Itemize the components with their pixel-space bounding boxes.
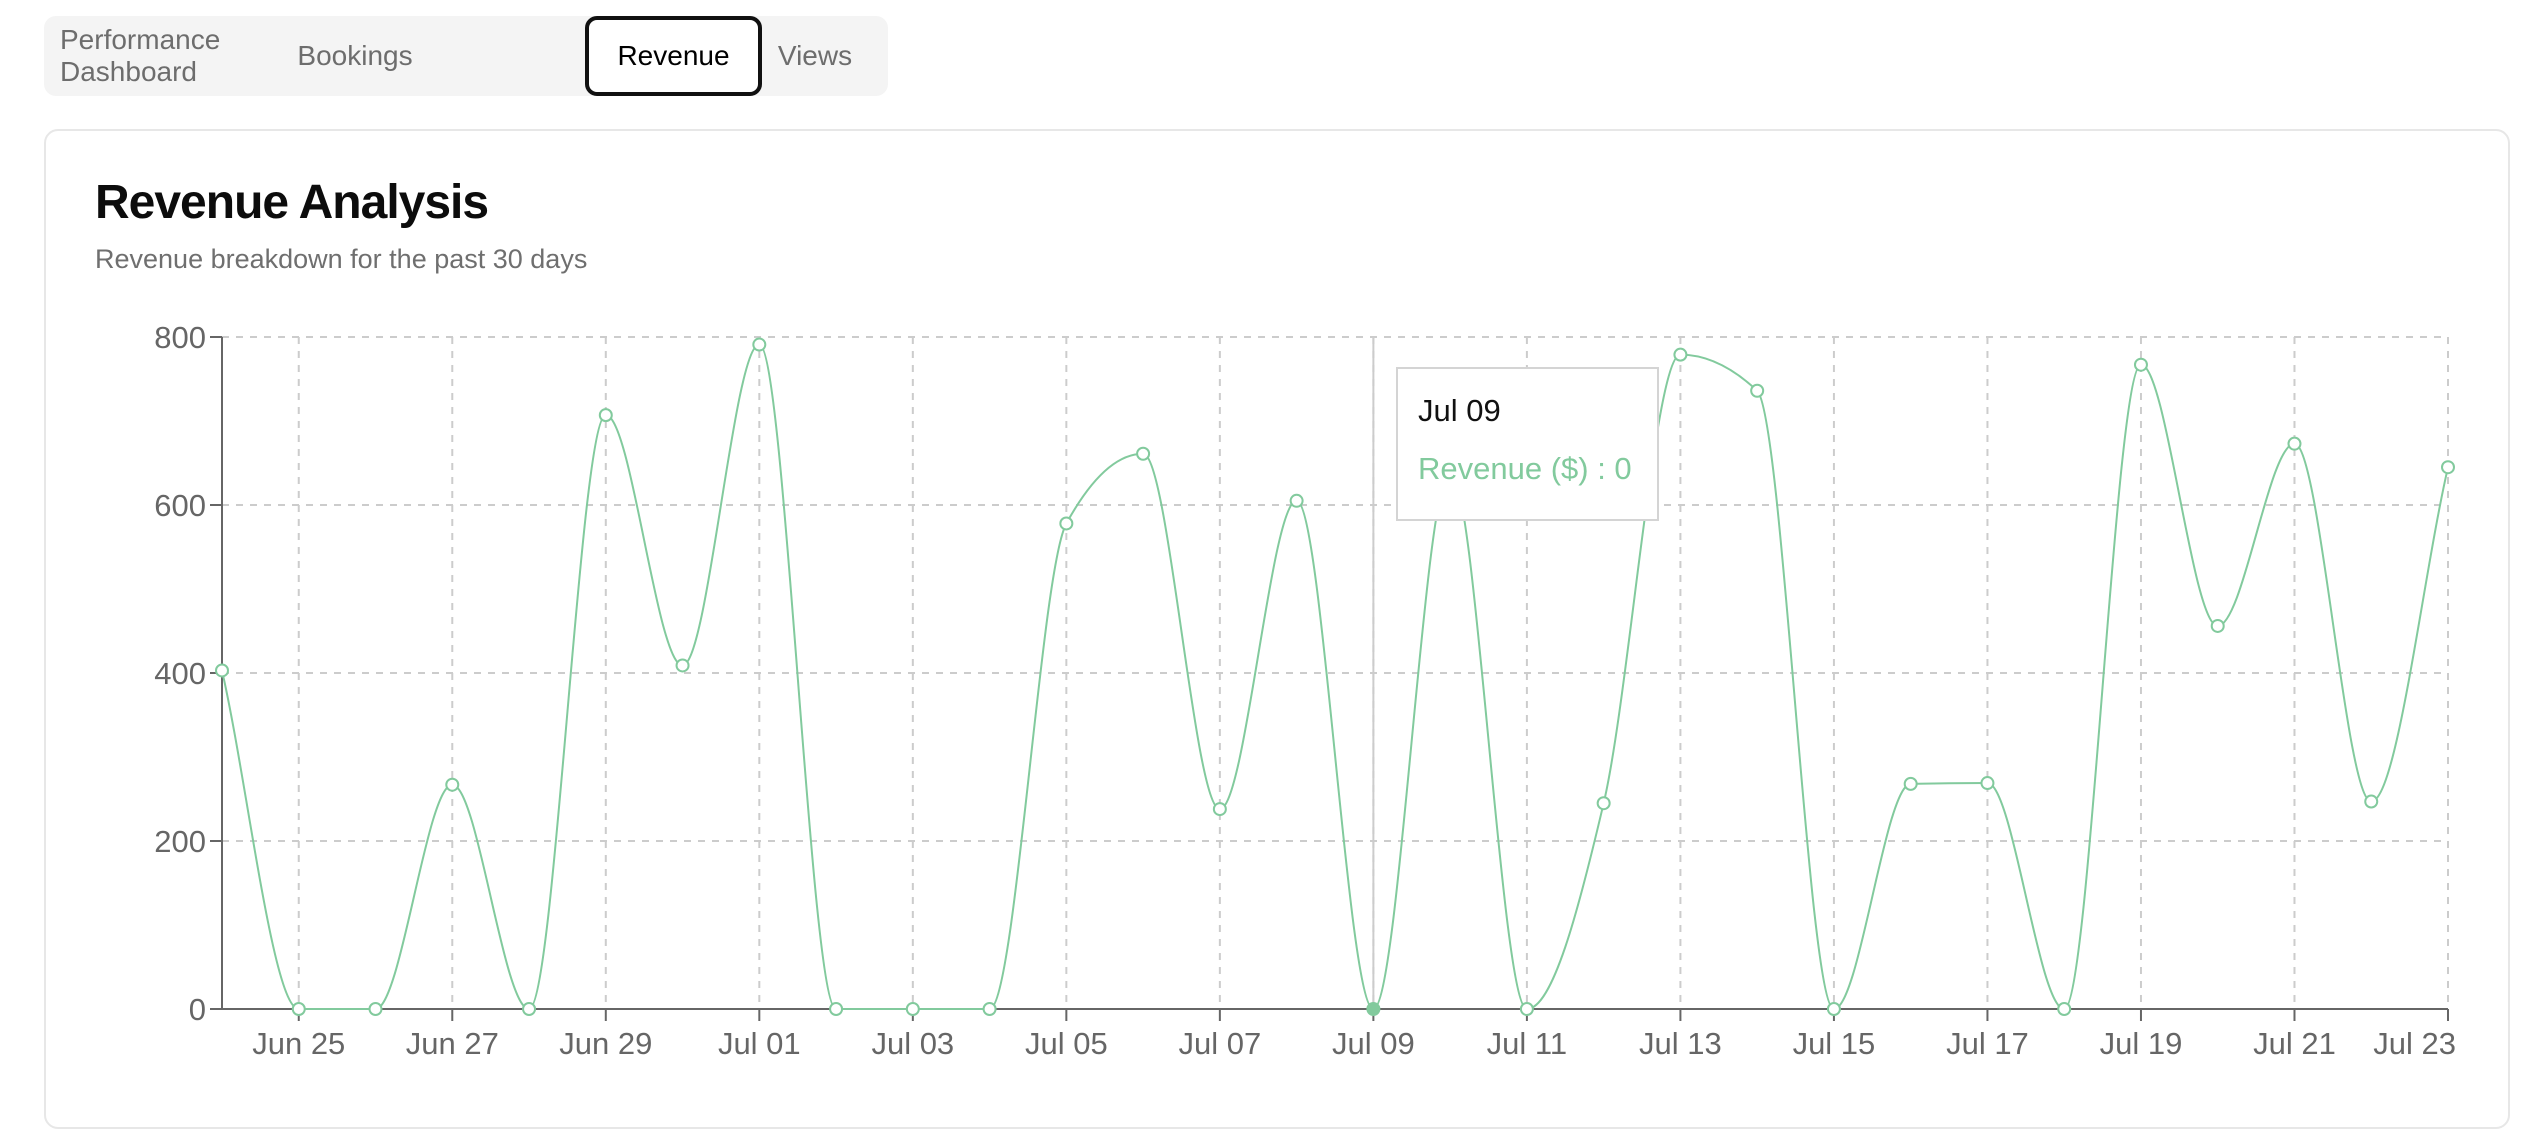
active-data-point[interactable] — [1366, 1002, 1381, 1016]
x-tick-label: Jul 23 — [2373, 1026, 2456, 1061]
tooltip-value: Revenue ($) : 0 — [1418, 451, 1632, 486]
data-point[interactable] — [2441, 460, 2455, 475]
data-point[interactable] — [905, 1002, 920, 1016]
data-point[interactable] — [2210, 618, 2225, 633]
y-tick-label: 0 — [189, 992, 206, 1027]
data-point[interactable] — [522, 1002, 537, 1016]
x-tick-label: Jun 29 — [559, 1026, 652, 1061]
data-point[interactable] — [2133, 357, 2148, 372]
tooltip-label: Jul 09 — [1418, 393, 1501, 428]
chart-tooltip: Jul 09 Revenue ($) : 0 — [1396, 367, 1659, 521]
x-tick-label: Jul 19 — [2100, 1026, 2183, 1061]
data-point[interactable] — [1980, 776, 1995, 791]
y-tick-label: 200 — [154, 824, 206, 859]
revenue-series-line — [221, 343, 2449, 1011]
data-point[interactable] — [1289, 493, 1304, 508]
x-tick-label: Jul 03 — [871, 1026, 954, 1061]
data-point[interactable] — [675, 658, 690, 673]
data-point[interactable] — [1673, 347, 1688, 362]
x-tick-label: Jul 05 — [1025, 1026, 1108, 1061]
data-point[interactable] — [1212, 802, 1227, 817]
y-tick-label: 400 — [154, 656, 206, 691]
data-point[interactable] — [1826, 1002, 1841, 1016]
data-point[interactable] — [2364, 794, 2379, 809]
data-point[interactable] — [1750, 383, 1765, 398]
data-point[interactable] — [291, 1002, 306, 1016]
revenue-line-chart[interactable]: 0 200 400 600 800 Jun 25 Jun 27 Jun 29 Jul 01 Jul… — [0, 0, 2524, 1144]
data-point[interactable] — [215, 663, 229, 678]
data-point[interactable] — [829, 1002, 844, 1016]
data-point[interactable] — [1059, 516, 1074, 531]
data-point[interactable] — [2287, 436, 2302, 451]
data-point[interactable] — [982, 1002, 997, 1016]
x-tick-label: Jul 01 — [718, 1026, 801, 1061]
x-tick-label: Jul 11 — [1487, 1026, 1567, 1061]
x-tick-label: Jun 25 — [252, 1026, 345, 1061]
data-point[interactable] — [1596, 796, 1611, 811]
y-tick-label: 800 — [154, 320, 206, 355]
data-point[interactable] — [1519, 1002, 1534, 1016]
data-point[interactable] — [752, 337, 767, 352]
data-point[interactable] — [2057, 1002, 2072, 1016]
x-tick-label: Jul 21 — [2253, 1026, 2336, 1061]
x-tick-label: Jul 15 — [1793, 1026, 1876, 1061]
data-point[interactable] — [1903, 776, 1918, 791]
data-point[interactable] — [1136, 446, 1151, 461]
y-tick-label: 600 — [154, 488, 206, 523]
x-tick-label: Jul 13 — [1639, 1026, 1722, 1061]
x-tick-label: Jul 09 — [1332, 1026, 1415, 1061]
x-tick-label: Jul 17 — [1946, 1026, 2029, 1061]
data-point[interactable] — [598, 408, 613, 423]
data-point[interactable] — [368, 1002, 383, 1016]
data-point[interactable] — [445, 777, 460, 792]
x-tick-label: Jun 27 — [406, 1026, 499, 1061]
x-tick-label: Jul 07 — [1178, 1026, 1261, 1061]
